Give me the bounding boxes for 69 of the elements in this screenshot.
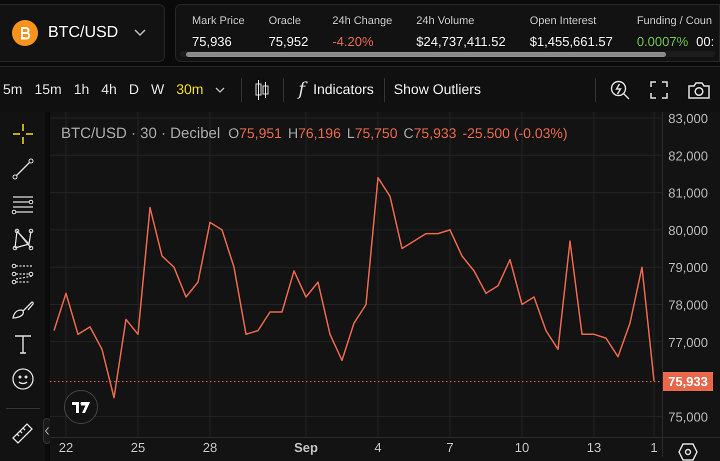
last-price-label: 75,933 xyxy=(663,372,713,391)
interval-tab[interactable]: 30m xyxy=(176,79,204,100)
price-axis-label: 77,000 xyxy=(668,334,708,350)
caret-icon[interactable] xyxy=(215,86,226,92)
multi-line-icon[interactable] xyxy=(10,262,34,286)
price-axis-label: 82,000 xyxy=(668,148,708,164)
market-symbol: BTC/USD xyxy=(48,23,118,43)
interval-tab[interactable]: 4h xyxy=(101,79,117,100)
chevron-left-icon xyxy=(45,427,49,435)
stat-value: 00: xyxy=(696,32,714,50)
stat-value: $1,455,661.57 xyxy=(530,32,613,50)
legend-value: 76,196 xyxy=(298,124,341,143)
price-axis-label: 83,000 xyxy=(668,112,708,126)
stat-value: 75,936 xyxy=(192,32,232,50)
stat-value: -4.20% xyxy=(332,32,374,50)
time-axis-label: Sep xyxy=(294,440,318,455)
price-axis-label: 81,000 xyxy=(668,186,708,201)
legend-value: 75,951 xyxy=(239,124,282,143)
price-axis-label: 75,000 xyxy=(668,409,708,424)
legend-value: 75,750 xyxy=(354,124,398,143)
stat-value: 0.0007% xyxy=(636,32,688,50)
time-axis-label: 22 xyxy=(58,440,74,455)
interval-tab[interactable]: W xyxy=(150,79,164,100)
tradingview-logo-icon[interactable] xyxy=(64,390,98,424)
chart-title: BTC/USD · 30 · Decibel xyxy=(61,124,220,144)
legend-key: C xyxy=(404,123,414,144)
time-axis-label: 13 xyxy=(586,440,602,455)
settings-icon[interactable] xyxy=(678,443,698,461)
time-axis-label: 28 xyxy=(202,440,218,455)
legend-key: L xyxy=(346,123,355,144)
interval-tab[interactable]: 15m xyxy=(34,79,62,100)
price-axis-label: 80,000 xyxy=(668,222,708,238)
time-axis-label: 1 xyxy=(650,440,658,455)
stat-label: Open Interest xyxy=(530,14,598,29)
stat-label: Funding / Coun xyxy=(636,14,714,29)
legend-value: 75,933 xyxy=(414,124,456,143)
stat-value: $24,737,411.52 xyxy=(416,32,506,50)
caret-icon xyxy=(134,29,146,37)
candlestick-icon[interactable] xyxy=(255,78,270,100)
interval-tab[interactable]: 5m xyxy=(3,79,22,100)
bitcoin-logo-icon xyxy=(12,20,38,46)
scrollbar-thumb[interactable] xyxy=(186,52,666,56)
function-icon: f xyxy=(298,80,306,98)
time-axis-label: 25 xyxy=(130,440,146,455)
pattern-nodes-icon[interactable] xyxy=(10,227,34,251)
stat-value: 75,952 xyxy=(268,32,308,50)
interval-tab[interactable]: D xyxy=(128,79,139,100)
crosshair-icon[interactable] xyxy=(10,122,34,146)
legend-change: -25.500 (-0.03%) xyxy=(462,124,568,143)
indicators-button[interactable]: f Indicators xyxy=(298,79,374,100)
stat-label: Oracle xyxy=(268,14,302,29)
legend-key: H xyxy=(288,123,298,144)
fullscreen-icon[interactable] xyxy=(650,80,668,98)
price-axis-label: 78,000 xyxy=(668,298,708,312)
legend-key: O xyxy=(228,123,240,144)
time-axis-label: 10 xyxy=(514,440,530,455)
lightning-search-icon[interactable] xyxy=(610,80,630,100)
stat-label: Mark Price xyxy=(192,14,245,29)
stat-label: 24h Volume xyxy=(416,14,476,29)
time-axis-label: 4 xyxy=(374,440,382,455)
price-axis-label: 79,000 xyxy=(668,260,708,276)
smiley-icon[interactable] xyxy=(10,367,34,391)
time-axis-label: 7 xyxy=(446,440,454,455)
interval-tab[interactable]: 1h xyxy=(74,79,90,100)
stat-label: 24h Change xyxy=(332,14,392,29)
market-selector[interactable]: BTC/USD xyxy=(0,4,165,62)
trend-line-icon[interactable] xyxy=(10,157,34,181)
show-outliers-button[interactable]: Show Outliers xyxy=(394,79,481,100)
camera-icon[interactable] xyxy=(688,80,710,98)
